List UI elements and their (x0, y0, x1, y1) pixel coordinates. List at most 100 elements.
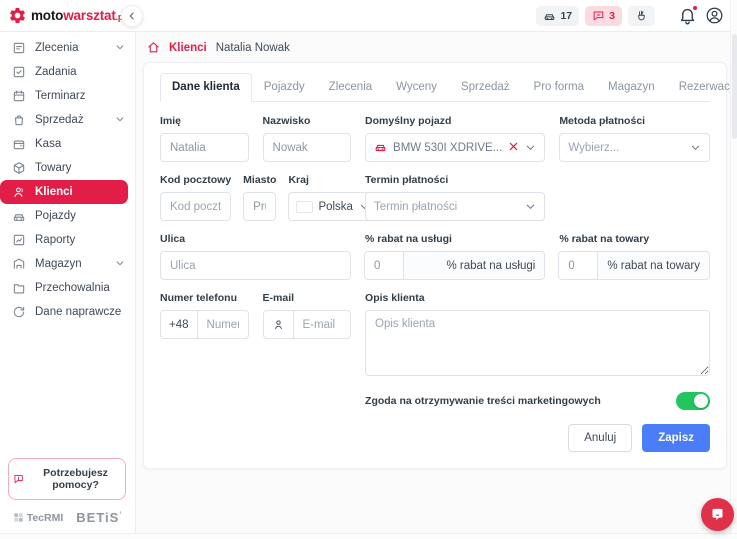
horizontal-scrollbar[interactable] (0, 533, 737, 539)
chevron-down-icon (115, 42, 125, 55)
client-card: Dane klienta Pojazdy Zlecenia Wyceny Spr… (143, 62, 727, 469)
notification-dot (692, 5, 698, 11)
breadcrumb-current: Natalia Nowak (216, 42, 290, 54)
phone-prefix: +48 (160, 310, 198, 339)
poland-flag-icon (297, 202, 312, 212)
tab-sprzedaz[interactable]: Sprzedaż (449, 73, 522, 102)
warehouse-icon (12, 257, 26, 271)
payment-method-placeholder: Wybierz... (568, 142, 684, 154)
sidebar-item-raporty[interactable]: Raporty (0, 228, 135, 252)
sidebar-item-terminarz[interactable]: Terminarz (0, 84, 135, 108)
postal-code-label: Kod pocztowy (160, 174, 231, 186)
help-button-label: Potrzebujesz pomocy? (30, 467, 121, 491)
tab-magazyn[interactable]: Magazyn (596, 73, 667, 102)
payment-term-label: Termin płatności (365, 174, 545, 186)
top-bar: motowarsztat.pl 17 3 (0, 0, 737, 32)
city-input[interactable] (243, 192, 276, 221)
payment-term-placeholder: Termin płatności (374, 201, 519, 213)
first-name-label: Imię (160, 115, 249, 127)
app-window: motowarsztat.pl 17 3 (0, 0, 737, 539)
sidebar-item-pojazdy[interactable]: Pojazdy (0, 204, 135, 228)
marketing-consent-label: Zgoda na otrzymywanie treści marketingow… (365, 395, 601, 407)
tab-zlecenia[interactable]: Zlecenia (317, 73, 384, 102)
field-first-name: Imię (160, 115, 249, 162)
repair-data-icon (12, 305, 26, 319)
help-button[interactable]: Potrzebujesz pomocy? (8, 458, 126, 500)
sidebar-item-label: Zlecenia (35, 42, 78, 54)
sidebar-item-label: Zadania (35, 66, 77, 78)
sidebar-item-dane-naprawcze[interactable]: Dane naprawcze (0, 300, 135, 324)
sidebar-item-kasa[interactable]: Kasa (0, 132, 135, 156)
payment-method-select[interactable]: Wybierz... (559, 133, 710, 162)
marketing-consent-toggle[interactable] (676, 392, 710, 410)
sidebar-item-magazyn[interactable]: Magazyn (0, 252, 135, 276)
brand-logo[interactable]: motowarsztat.pl (0, 6, 128, 25)
sidebar-item-klienci[interactable]: Klienci (0, 180, 128, 204)
car-icon (543, 9, 556, 22)
tab-dane-klienta[interactable]: Dane klienta (160, 73, 252, 102)
goods-discount-addon: % rabat na towary (598, 251, 710, 280)
chevron-down-icon (690, 142, 701, 153)
chat-widget-button[interactable] (701, 498, 734, 531)
save-button[interactable]: Zapisz (642, 424, 710, 452)
service-discount-addon: % rabat na usługi (404, 251, 545, 280)
default-vehicle-value: BMW 530I XDRIVE... (393, 142, 502, 154)
sidebar-item-label: Klienci (35, 186, 73, 198)
user-avatar-icon (705, 6, 724, 25)
scrollbar-thumb[interactable] (732, 34, 737, 139)
betis-logo: BETiSʼ (76, 510, 122, 525)
chevron-down-icon (525, 201, 536, 212)
goods-discount-input[interactable] (558, 251, 598, 280)
sidebar-item-label: Przechowalnia (35, 282, 110, 294)
field-postal-code: Kod pocztowy (160, 174, 231, 221)
main-content: Klienci Natalia Nowak Dane klienta Pojaz… (136, 32, 737, 539)
sidebar-item-label: Kasa (35, 138, 61, 150)
field-city: Miasto (243, 174, 276, 221)
default-vehicle-select[interactable]: BMW 530I XDRIVE... (365, 133, 545, 162)
payment-term-select[interactable]: Termin płatności (365, 192, 545, 221)
contact-icon (263, 310, 294, 339)
postal-code-input[interactable] (160, 192, 231, 221)
first-name-input[interactable] (160, 133, 249, 162)
package-icon (12, 161, 26, 175)
sidebar-item-sprzedaz[interactable]: Sprzedaż (0, 108, 135, 132)
sidebar-item-towary[interactable]: Towary (0, 156, 135, 180)
sidebar-item-przechowalnia[interactable]: Przechowalnia (0, 276, 135, 300)
sidebar-item-zlecenia[interactable]: Zlecenia (0, 36, 135, 60)
hand-gesture-pill[interactable] (628, 6, 655, 26)
tab-rezerwacje[interactable]: Rezerwacje (667, 73, 737, 102)
tab-pojazdy[interactable]: Pojazdy (252, 73, 317, 102)
courtesy-cars-pill[interactable]: 17 (536, 6, 579, 26)
chevron-down-icon (525, 142, 536, 153)
notifications-button[interactable] (678, 6, 698, 26)
help-bubble-icon (13, 472, 24, 486)
email-input[interactable] (293, 310, 352, 339)
header-actions: 17 3 (536, 6, 737, 26)
toggle-knob (694, 394, 708, 408)
messages-pill[interactable]: 3 (585, 6, 622, 26)
breadcrumb-section[interactable]: Klienci (169, 42, 207, 54)
brand-name: motowarsztat.pl (31, 8, 126, 23)
sidebar-collapse-button[interactable] (121, 5, 143, 27)
sidebar-item-zadania[interactable]: Zadania (0, 60, 135, 84)
tab-pro-forma[interactable]: Pro forma (522, 73, 597, 102)
clear-vehicle-icon[interactable] (508, 141, 519, 155)
home-icon[interactable] (147, 41, 160, 54)
last-name-input[interactable] (263, 133, 352, 162)
cancel-button[interactable]: Anuluj (568, 424, 632, 452)
user-menu-button[interactable] (705, 6, 725, 26)
vertical-scrollbar[interactable] (730, 0, 737, 533)
field-description: Opis klienta Zgoda na otrzymywanie treśc… (365, 292, 710, 410)
chat-bubble-icon (592, 9, 605, 22)
field-goods-discount: % rabat na towary % rabat na towary (559, 233, 710, 280)
city-label: Miasto (243, 174, 276, 186)
description-textarea[interactable] (365, 310, 710, 376)
form-actions: Anuluj Zapisz (160, 424, 710, 452)
street-input[interactable] (160, 251, 351, 280)
tab-wyceny[interactable]: Wyceny (384, 73, 449, 102)
service-discount-input[interactable] (364, 251, 404, 280)
sidebar-item-label: Sprzedaż (35, 114, 84, 126)
goods-discount-label: % rabat na towary (559, 233, 710, 245)
default-vehicle-label: Domyślny pojazd (365, 115, 545, 127)
phone-input[interactable] (197, 310, 249, 339)
